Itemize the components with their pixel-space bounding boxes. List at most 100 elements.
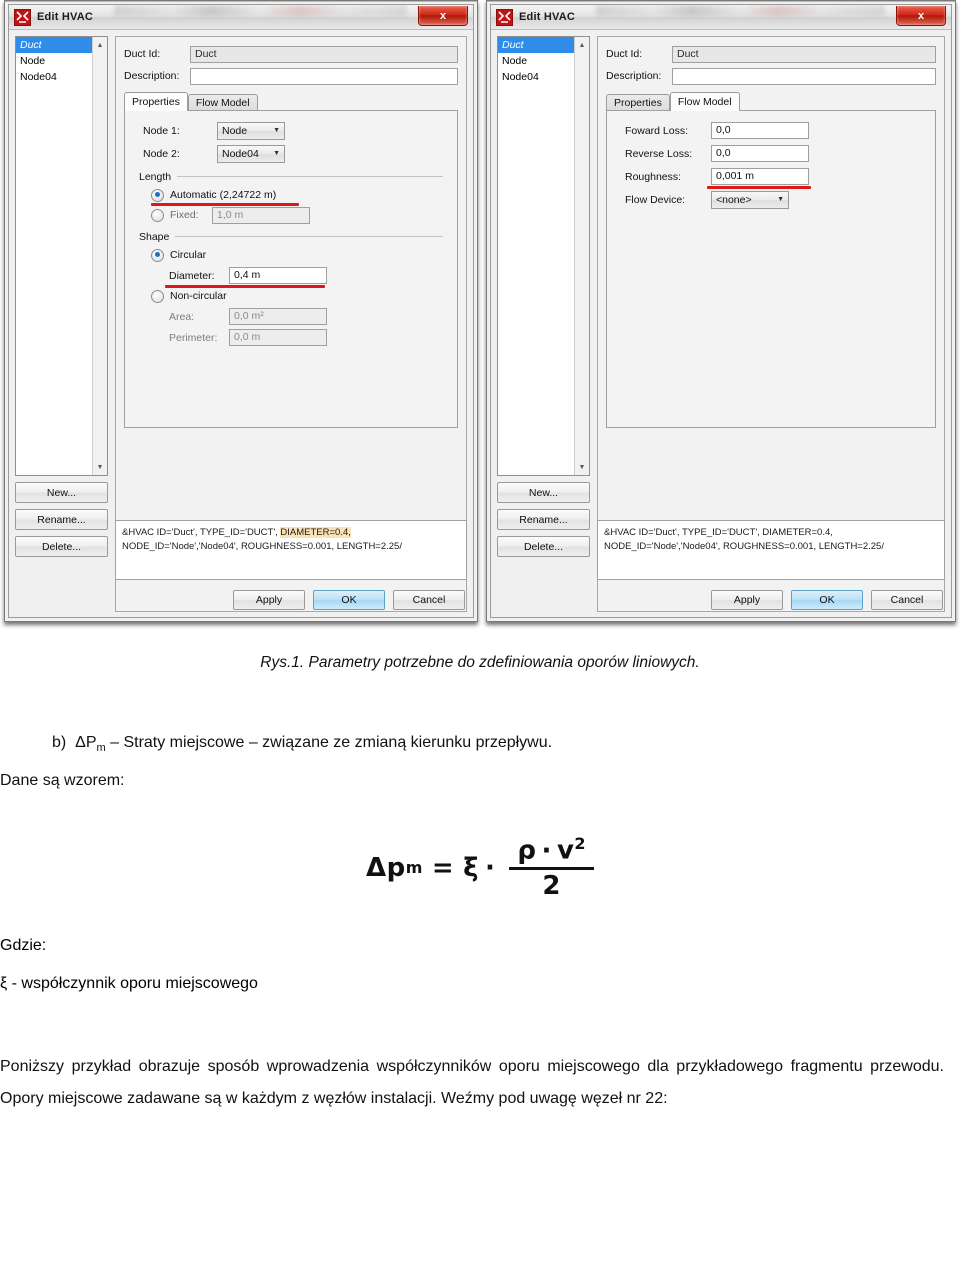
list-scrollbar[interactable]: ▲ ▼ [92, 37, 107, 475]
delete-button[interactable]: Delete... [497, 536, 590, 557]
new-button[interactable]: New... [497, 482, 590, 503]
dialog-title: Edit HVAC [519, 11, 575, 23]
length-fixed-row[interactable]: Fixed: 1,0 m [151, 205, 457, 225]
formula-rho: ρ [517, 835, 537, 866]
formula-intro: Dane są wzorem: [0, 772, 125, 790]
shape-noncircular-label: Non-circular [170, 290, 227, 302]
body-paragraph: Poniższy przykład obrazuje sposób wprowa… [0, 1057, 944, 1107]
duct-id-field: Duct [672, 45, 936, 63]
flow-device-dropdown[interactable]: <none> ▼ [711, 190, 789, 209]
description-label: Description: [124, 70, 180, 82]
flow-model-tab-panel: Foward Loss: 0,0 Reverse Loss: 0,0 Rough… [606, 110, 936, 428]
scroll-up-arrow-icon[interactable]: ▲ [575, 38, 589, 52]
perimeter-field[interactable]: 0,0 m [229, 329, 327, 346]
roughness-field[interactable]: 0,001 m [711, 168, 809, 185]
length-automatic-label: Automatic (2,24722 m) [170, 189, 277, 201]
description-row: Description: [606, 65, 936, 87]
apply-button[interactable]: Apply [233, 590, 305, 610]
description-field[interactable] [190, 67, 458, 85]
dialog-inner-frame: Edit HVAC x Duct Node Node04 ▲ ▼ New... … [490, 4, 952, 618]
formula-fraction: ρ · v2 2 [509, 834, 595, 901]
formula-lhs-subscript: m [405, 858, 423, 878]
where-label: Gdzie: [0, 936, 47, 954]
description-row: Description: [124, 65, 458, 87]
node2-value: Node04 [222, 147, 259, 160]
xi-definition: ξ - współczynnik oporu miejscowego [0, 974, 258, 992]
node1-label: Node 1: [143, 124, 180, 137]
description-label: Description: [606, 70, 662, 82]
duct-id-label: Duct Id: [124, 48, 161, 60]
dialog-title: Edit HVAC [37, 11, 93, 23]
length-automatic-row[interactable]: Automatic (2,24722 m) [151, 185, 457, 206]
tab-strip: Properties Flow Model [606, 92, 936, 111]
rename-button[interactable]: Rename... [15, 509, 108, 530]
radio-shape-noncircular[interactable] [151, 289, 164, 303]
rename-button[interactable]: Rename... [497, 509, 590, 530]
formula-numerator-dot: · [541, 835, 552, 866]
length-fixed-label: Fixed: [170, 209, 199, 221]
dialog-button-bar: Apply OK Cancel [233, 590, 465, 610]
namelist-line1-prefix: &HVAC ID='Duct', TYPE_ID='DUCT', [122, 527, 281, 538]
hvac-component-list[interactable]: Duct Node Node04 ▲ ▼ [497, 36, 590, 476]
list-item-b: b) ΔPm – Straty miejscowe – związane ze … [52, 734, 960, 754]
namelist-line-1: &HVAC ID='Duct', TYPE_ID='DUCT', DIAMETE… [604, 527, 833, 538]
cancel-button[interactable]: Cancel [393, 590, 465, 610]
shape-noncircular-row[interactable]: Non-circular [151, 286, 457, 306]
radio-length-automatic[interactable] [151, 188, 164, 202]
roughness-label: Roughness: [625, 170, 682, 183]
group-divider [177, 176, 443, 177]
scroll-down-arrow-icon[interactable]: ▼ [575, 460, 589, 474]
foward-loss-field[interactable]: 0,0 [711, 122, 809, 139]
new-button[interactable]: New... [15, 482, 108, 503]
ok-button[interactable]: OK [313, 590, 385, 610]
area-row: Area: 0,0 m² [169, 306, 457, 327]
node1-dropdown[interactable]: Node ▼ [217, 121, 285, 140]
tab-properties[interactable]: Properties [606, 94, 670, 111]
radio-length-fixed[interactable] [151, 208, 164, 222]
list-action-buttons: New... Rename... Delete... [15, 482, 108, 563]
cancel-button[interactable]: Cancel [871, 590, 943, 610]
ok-button[interactable]: OK [791, 590, 863, 610]
hvac-component-list[interactable]: Duct Node Node04 ▲ ▼ [15, 36, 108, 476]
dialog-body: Duct Node Node04 ▲ ▼ New... Rename... De… [491, 30, 951, 618]
node2-dropdown[interactable]: Node04 ▼ [217, 144, 285, 163]
delta-p-subscript: m [96, 742, 106, 755]
tab-properties[interactable]: Properties [124, 92, 188, 111]
namelist-preview: &HVAC ID='Duct', TYPE_ID='DUCT', DIAMETE… [115, 520, 467, 580]
tab-flow-model[interactable]: Flow Model [669, 92, 740, 111]
figure-caption: Rys.1. Parametry potrzebne do zdefiniowa… [260, 654, 700, 671]
tab-strip: Properties Flow Model [124, 92, 458, 111]
area-field[interactable]: 0,0 m² [229, 308, 327, 325]
titlebar-blurred-background [596, 5, 885, 16]
document-text-area: Rys.1. Parametry potrzebne do zdefiniowa… [0, 638, 960, 1115]
diameter-field[interactable]: 0,4 m [229, 267, 327, 284]
reverse-loss-field[interactable]: 0,0 [711, 145, 809, 162]
close-icon[interactable]: x [418, 6, 468, 26]
diameter-label: Diameter: [169, 269, 215, 282]
diameter-row: Diameter: 0,4 m [165, 265, 457, 288]
perimeter-label: Perimeter: [169, 331, 218, 344]
radio-shape-circular[interactable] [151, 248, 164, 262]
namelist-preview: &HVAC ID='Duct', TYPE_ID='DUCT', DIAMETE… [597, 520, 945, 580]
foward-loss-row: Foward Loss: 0,0 [625, 119, 935, 142]
shape-group-label: Shape [139, 230, 170, 243]
description-field[interactable] [672, 67, 936, 85]
length-fixed-field[interactable]: 1,0 m [212, 206, 310, 224]
scroll-up-arrow-icon[interactable]: ▲ [93, 38, 107, 52]
delete-button[interactable]: Delete... [15, 536, 108, 557]
formula-dot: · [485, 852, 496, 883]
list-action-buttons: New... Rename... Delete... [497, 482, 590, 563]
tab-flow-model[interactable]: Flow Model [187, 94, 258, 111]
flow-device-row: Flow Device: <none> ▼ [625, 188, 935, 211]
flow-device-label: Flow Device: [625, 193, 686, 206]
shape-circular-row[interactable]: Circular [151, 245, 457, 265]
group-divider [175, 236, 443, 237]
namelist-line-2: NODE_ID='Node','Node04', ROUGHNESS=0.001… [122, 541, 402, 552]
pyrosim-app-icon [496, 8, 513, 26]
close-icon[interactable]: x [896, 6, 946, 26]
apply-button[interactable]: Apply [711, 590, 783, 610]
scroll-down-arrow-icon[interactable]: ▼ [93, 460, 107, 474]
length-group-label: Length [139, 170, 172, 183]
list-scrollbar[interactable]: ▲ ▼ [574, 37, 589, 475]
length-group-header: Length [139, 169, 443, 184]
